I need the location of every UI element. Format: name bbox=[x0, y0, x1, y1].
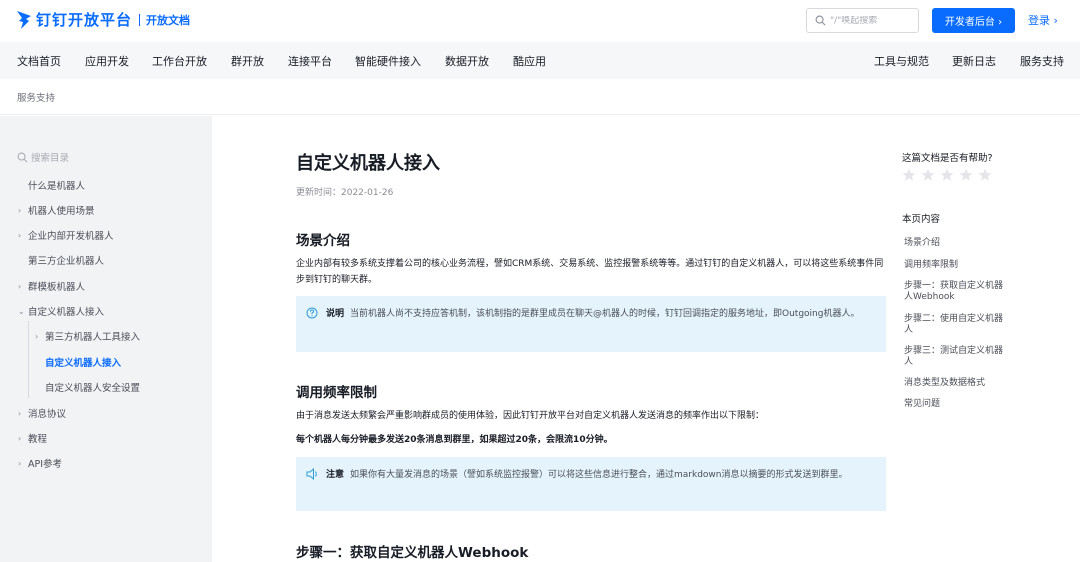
toc-title: 本页内容 bbox=[902, 214, 941, 225]
toc-item-message-types[interactable]: 消息类型及数据格式 bbox=[904, 378, 1004, 389]
logo-subtitle: 开放文档 bbox=[146, 13, 191, 27]
main-nav: 文档首页 应用开发 工作台开放 群开放 连接平台 智能硬件接入 数据开放 酷应用… bbox=[0, 42, 1080, 79]
nav-item-workbench[interactable]: 工作台开放 bbox=[152, 53, 207, 69]
sidebar-tree-line bbox=[28, 321, 29, 398]
toc-item-step2[interactable]: 步骤二：使用自定义机器人 bbox=[904, 314, 1004, 336]
section-text-scenario: 企业内部有较多系统支撑着公司的核心业务流程，譬如CRM系统、交易系统、监控报警系… bbox=[296, 259, 884, 285]
dingtalk-logo-icon bbox=[17, 10, 31, 29]
question-circle-icon bbox=[306, 307, 318, 319]
sidebar-item-label: 机器人使用场景 bbox=[28, 206, 95, 217]
sidebar-item-third-party-robot[interactable]: 第三方企业机器人 bbox=[18, 253, 104, 267]
toc-item-rate-limit[interactable]: 调用频率限制 bbox=[904, 260, 1004, 271]
top-header: 钉钉开放平台 开放文档 开发者后台 › 登录 › bbox=[0, 0, 1080, 42]
updated-time: 更新时间：2022-01-26 bbox=[296, 188, 394, 198]
sidebar-item-custom-robot[interactable]: 自定义机器人接入 bbox=[35, 355, 121, 369]
nav-item-data[interactable]: 数据开放 bbox=[445, 53, 489, 69]
toc-item-faq[interactable]: 常见问题 bbox=[904, 399, 1004, 410]
sidebar-item-label: 企业内部开发机器人 bbox=[28, 231, 114, 242]
rating-stars[interactable] bbox=[902, 168, 997, 182]
sidebar-item-label: 第三方机器人工具接入 bbox=[45, 332, 141, 343]
chevron-down-icon: ⌄ bbox=[18, 306, 25, 316]
sidebar-item-api-reference[interactable]: › API参考 bbox=[18, 456, 63, 471]
chevron-right-icon: › bbox=[18, 433, 22, 443]
sidebar-item-group-template-robot[interactable]: › 群模板机器人 bbox=[18, 279, 86, 294]
toc-item-step1[interactable]: 步骤一：获取自定义机器人Webhook bbox=[904, 281, 1004, 303]
section-bold-rate-limit: 每个机器人每分钟最多发送20条消息到群里，如果超过20条，会限流10分钟。 bbox=[296, 435, 613, 445]
sidebar-item-tutorial[interactable]: › 教程 bbox=[18, 431, 48, 446]
section-heading-rate-limit: 调用频率限制 bbox=[296, 385, 377, 401]
star-icon[interactable] bbox=[940, 168, 954, 182]
sidebar-item-security-settings[interactable]: 自定义机器人安全设置 bbox=[35, 380, 140, 394]
sidebar-item-third-party-tools[interactable]: › 第三方机器人工具接入 bbox=[35, 329, 141, 344]
note-label: 说明 bbox=[326, 309, 345, 319]
chevron-right-icon: › bbox=[18, 205, 22, 215]
nav-item-hardware[interactable]: 智能硬件接入 bbox=[355, 53, 421, 69]
logo-text: 钉钉开放平台 bbox=[36, 11, 133, 29]
section-text-rate-limit: 由于消息发送太频繁会严重影响群成员的使用体验，因此钉钉开放平台对自定义机器人发送… bbox=[296, 411, 765, 421]
global-search[interactable] bbox=[806, 8, 919, 33]
nav-item-changelog[interactable]: 更新日志 bbox=[952, 53, 996, 69]
star-icon[interactable] bbox=[921, 168, 935, 182]
nav-item-support[interactable]: 服务支持 bbox=[1020, 53, 1064, 69]
section-heading-scenario: 场景介绍 bbox=[296, 233, 350, 249]
breadcrumb-bar: 服务支持 bbox=[0, 79, 1080, 115]
sidebar-search-placeholder: 搜索目录 bbox=[31, 153, 70, 164]
logo-divider bbox=[139, 13, 141, 26]
nav-item-connect[interactable]: 连接平台 bbox=[288, 53, 332, 69]
chevron-right-icon: › bbox=[18, 281, 22, 291]
breadcrumb[interactable]: 服务支持 bbox=[17, 90, 55, 104]
chevron-right-icon: › bbox=[18, 230, 22, 240]
sidebar-item-label: 自定义机器人安全设置 bbox=[45, 383, 141, 394]
sidebar-item-custom-robot-group[interactable]: ⌄ 自定义机器人接入 bbox=[18, 304, 105, 319]
nav-item-group[interactable]: 群开放 bbox=[231, 53, 264, 69]
star-icon[interactable] bbox=[978, 168, 992, 182]
logo[interactable]: 钉钉开放平台 开放文档 bbox=[16, 9, 190, 30]
sidebar-search[interactable]: 搜索目录 bbox=[17, 150, 69, 164]
sidebar-item-what-is-robot[interactable]: 什么是机器人 bbox=[18, 178, 85, 192]
warning-note: 注意 如果你有大量发消息的场景（譬如系统监控报警）可以将这些信息进行整合，通过ma… bbox=[296, 457, 886, 511]
sidebar-item-message-protocol[interactable]: › 消息协议 bbox=[18, 406, 67, 421]
sidebar-item-use-cases[interactable]: › 机器人使用场景 bbox=[18, 203, 95, 218]
developer-console-button[interactable]: 开发者后台 › bbox=[932, 8, 1015, 33]
nav-item-docs-home[interactable]: 文档首页 bbox=[17, 53, 61, 69]
speaker-icon bbox=[306, 468, 317, 480]
sidebar-item-label: 什么是机器人 bbox=[28, 181, 86, 192]
toc-item-step3[interactable]: 步骤三：测试自定义机器人 bbox=[904, 346, 1004, 368]
sidebar-item-label: 教程 bbox=[28, 434, 48, 445]
nav-item-tools[interactable]: 工具与规范 bbox=[874, 53, 929, 69]
note-text: 当前机器人尚不支持应答机制，该机制指的是群里成员在聊天@机器人的时候，钉钉回调指… bbox=[350, 309, 860, 319]
search-input[interactable] bbox=[830, 15, 918, 26]
star-icon[interactable] bbox=[959, 168, 973, 182]
sidebar-item-label: 第三方企业机器人 bbox=[28, 256, 105, 267]
chevron-right-icon: › bbox=[18, 408, 22, 418]
nav-item-app-dev[interactable]: 应用开发 bbox=[85, 53, 129, 69]
sidebar-item-label: 自定义机器人接入 bbox=[28, 307, 105, 318]
sidebar-item-internal-robot[interactable]: › 企业内部开发机器人 bbox=[18, 228, 114, 243]
search-icon bbox=[17, 152, 28, 162]
page-title: 自定义机器人接入 bbox=[296, 153, 440, 174]
nav-item-cool-app[interactable]: 酷应用 bbox=[513, 53, 546, 69]
article-main: 自定义机器人接入 更新时间：2022-01-26 场景介绍 企业内部有较多系统支… bbox=[212, 116, 1080, 562]
search-icon bbox=[815, 15, 826, 26]
sidebar-item-label: API参考 bbox=[28, 459, 63, 470]
chevron-right-icon: › bbox=[35, 331, 39, 341]
helpful-question: 这篇文档是否有帮助? bbox=[902, 153, 993, 164]
sidebar: 搜索目录 什么是机器人 › 机器人使用场景 › 企业内部开发机器人 第三方企业机… bbox=[0, 116, 212, 562]
chevron-right-icon: › bbox=[18, 458, 22, 468]
sidebar-item-label: 群模板机器人 bbox=[28, 282, 86, 293]
note-text: 如果你有大量发消息的场景（譬如系统监控报警）可以将这些信息进行整合，通过mark… bbox=[350, 470, 848, 480]
sidebar-item-label: 消息协议 bbox=[28, 409, 67, 420]
toc-item-scenario[interactable]: 场景介绍 bbox=[904, 238, 1004, 249]
section-heading-step1: 步骤一：获取自定义机器人Webhook bbox=[296, 545, 529, 561]
star-icon[interactable] bbox=[902, 168, 916, 182]
sidebar-item-label: 自定义机器人接入 bbox=[45, 358, 122, 369]
login-link[interactable]: 登录 › bbox=[1028, 12, 1058, 28]
note-label: 注意 bbox=[326, 470, 345, 480]
table-of-contents: 这篇文档是否有帮助? 本页内容 场景介绍 调用频率限制 步骤一：获取自定义机器人… bbox=[902, 116, 1072, 562]
info-note: 说明 当前机器人尚不支持应答机制，该机制指的是群里成员在聊天@机器人的时候，钉钉回… bbox=[296, 296, 886, 352]
